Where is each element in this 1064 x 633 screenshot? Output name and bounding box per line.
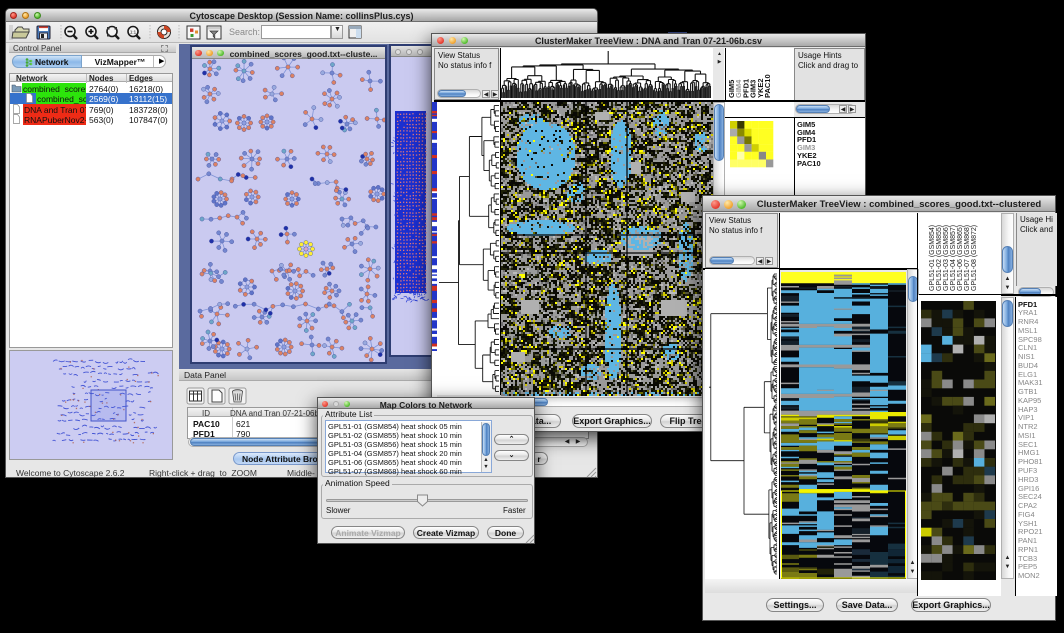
svg-text:GPL51-01 (GSM854): GPL51-01 (GSM854)	[929, 225, 936, 291]
svg-text:GPL51-07 (GSM868): GPL51-07 (GSM868)	[964, 225, 971, 291]
svg-text:Search:: Search:	[229, 27, 260, 37]
svg-text:GPL51-02 (GSM855): GPL51-02 (GSM855)	[936, 225, 943, 291]
svg-text:GPL51-04 (GSM857): GPL51-04 (GSM857)	[950, 225, 957, 291]
svg-text:GPL51-03 (GSM856): GPL51-03 (GSM856)	[943, 225, 950, 291]
svg-text:GPL51-08 (GSM872): GPL51-08 (GSM872)	[971, 225, 978, 291]
svg-text:PAC10: PAC10	[763, 74, 772, 98]
svg-text:GPL51-06 (GSM865): GPL51-06 (GSM865)	[957, 225, 964, 291]
svg-text:1:1: 1:1	[130, 30, 137, 35]
